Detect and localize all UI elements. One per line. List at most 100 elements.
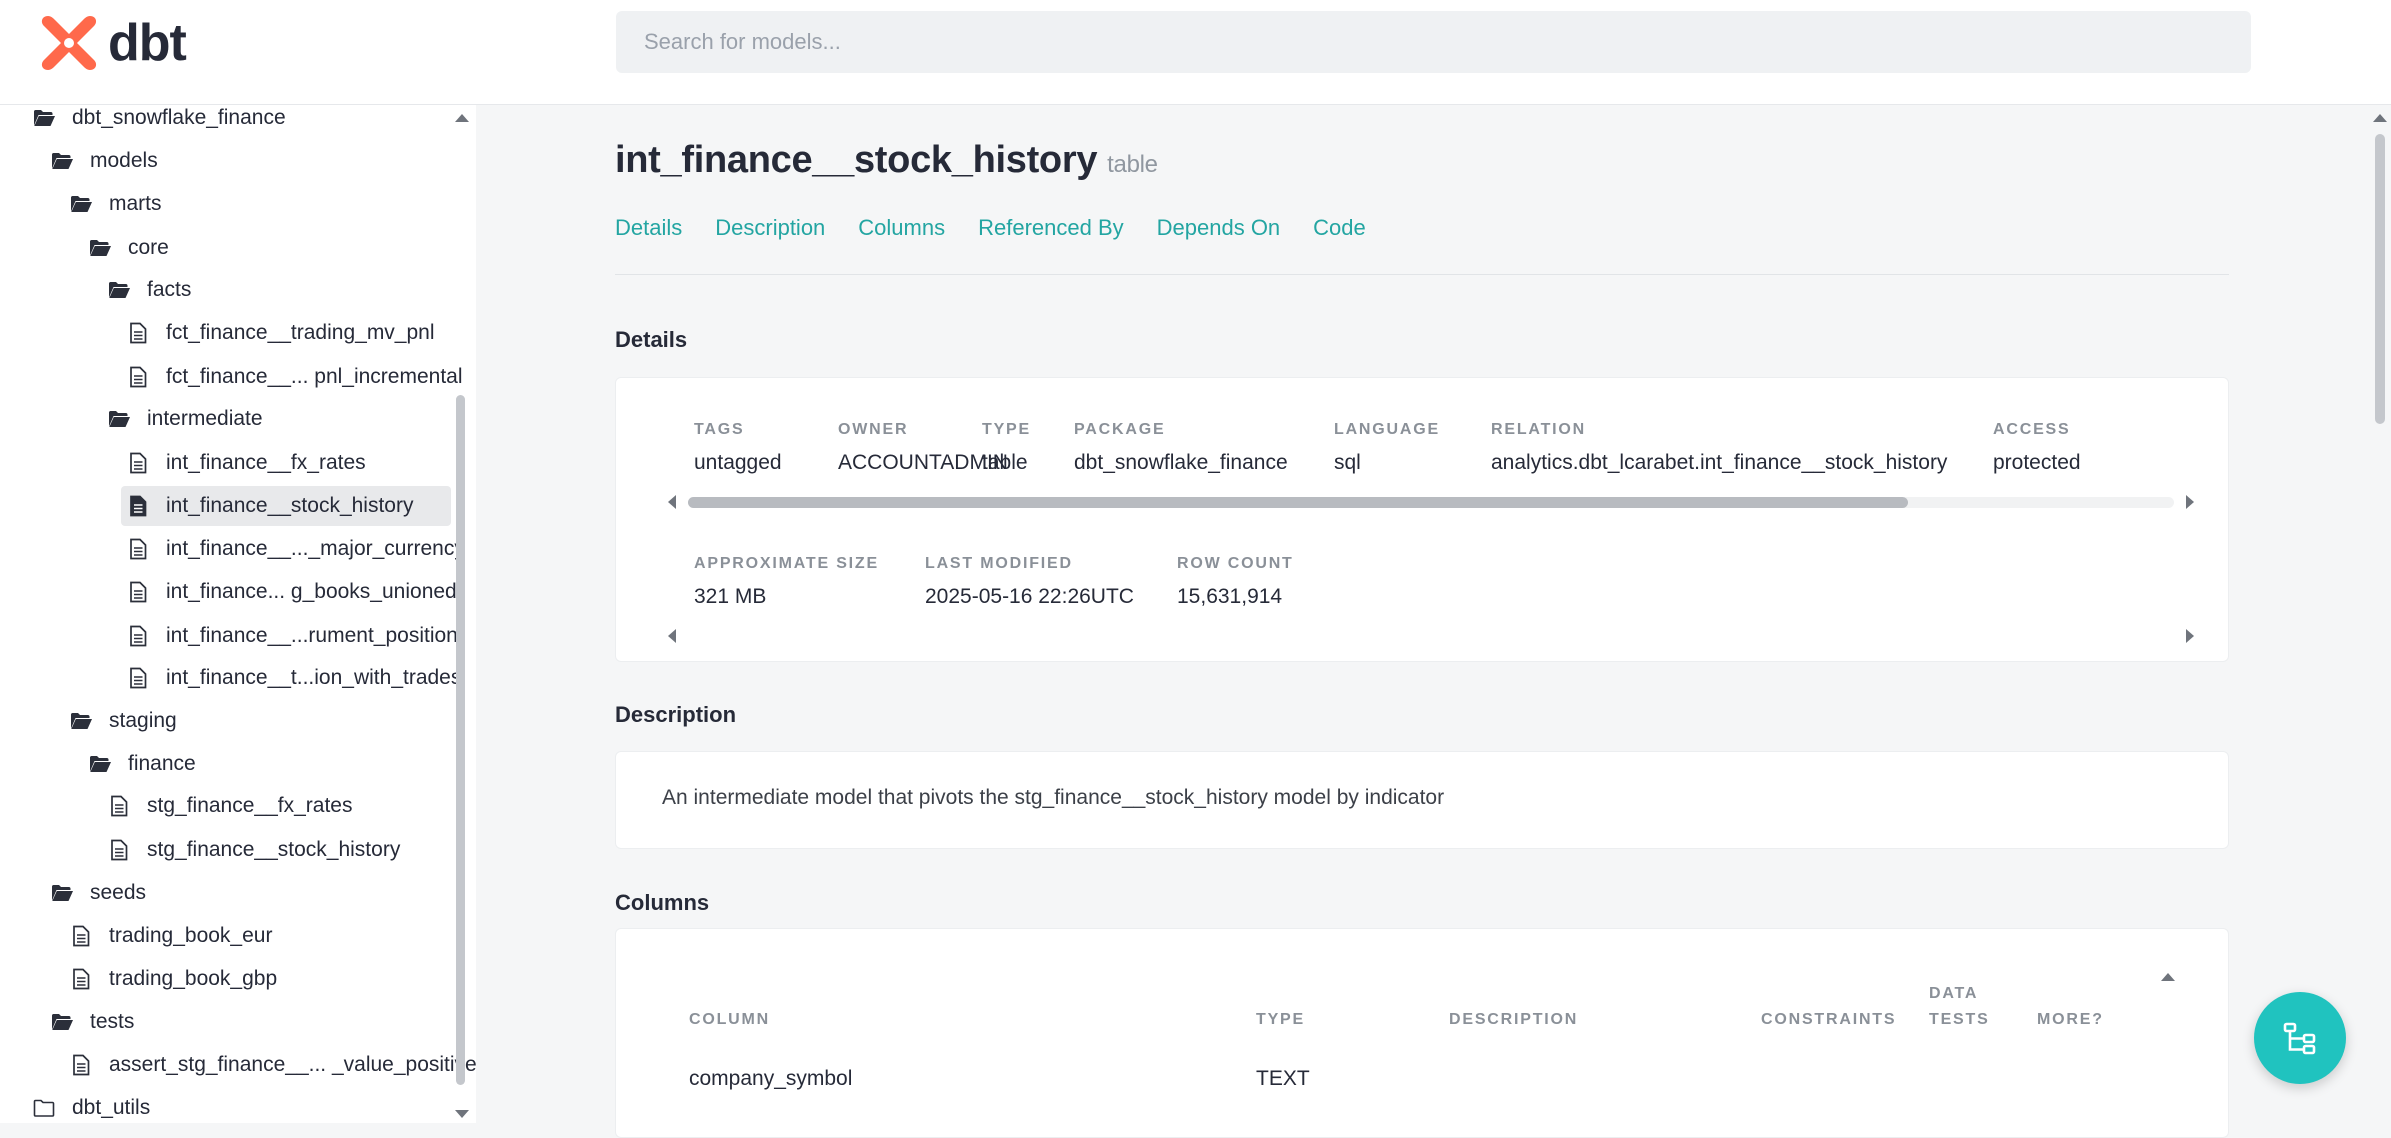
folder-open-icon [88, 752, 112, 776]
details-heading: Details [615, 327, 688, 352]
tree-item-label: int_finance__..._major_currency [166, 537, 465, 560]
tree-model-item[interactable]: int_finance__stock_history [121, 486, 451, 526]
file-icon [126, 451, 150, 475]
folder-open-icon [107, 278, 131, 302]
top-header: dbt [0, 0, 2391, 105]
lineage-graph-button[interactable] [2254, 992, 2346, 1084]
tree-model-item[interactable]: int_finance__...rument_position [126, 616, 458, 656]
tree-folder[interactable]: facts [107, 270, 191, 310]
detail-language: Language sql [1334, 421, 1440, 475]
section-tabs: Details Description Columns Referenced B… [615, 215, 1366, 241]
tree-folder[interactable]: seeds [50, 873, 146, 913]
tree-model-item[interactable]: stg_finance__stock_history [107, 830, 400, 870]
tree-folder[interactable]: tests [50, 1002, 134, 1042]
main-content: int_finance__stock_history table Details … [476, 105, 2366, 1138]
scroll-right-icon[interactable] [2186, 495, 2194, 509]
columns-scroll-up-icon[interactable] [2161, 973, 2175, 981]
tree-model-item[interactable]: stg_finance__fx_rates [107, 786, 352, 826]
tree-folder[interactable]: dbt_utils [32, 1088, 150, 1123]
sidebar-scroll-down-icon[interactable] [455, 1110, 469, 1118]
detail-label: Tags [694, 421, 745, 438]
sidebar-scrollbar[interactable] [456, 395, 465, 1085]
tree-item-label: trading_book_gbp [109, 967, 278, 990]
tree-folder[interactable]: dbt_snowflake_finance [32, 105, 286, 138]
column-type-cell: TEXT [1256, 1067, 1310, 1090]
page-title: int_finance__stock_history table [615, 139, 1158, 182]
sidebar-scroll-up-icon[interactable] [455, 114, 469, 122]
detail-approximate-size: Approximate Size 321 MB [694, 555, 879, 609]
description-text: An intermediate model that pivots the st… [662, 786, 1445, 809]
tab-referenced-by[interactable]: Referenced By [978, 215, 1124, 241]
tree-folder[interactable]: intermediate [107, 399, 263, 439]
detail-value: protected [1993, 451, 2081, 474]
file-icon [107, 794, 131, 818]
tree-item-label: int_finance__...rument_position [166, 624, 458, 647]
model-name: int_finance__stock_history [615, 139, 1098, 181]
details-row1-hscrollbar[interactable] [666, 492, 2196, 512]
details-row2-hscrollbar[interactable] [666, 626, 2196, 646]
tree-model-item[interactable]: fct_finance__trading_mv_pnl [126, 313, 435, 353]
folder-open-icon [69, 192, 93, 216]
detail-value: 15,631,914 [1177, 585, 1283, 608]
detail-row-count: Row Count 15,631,914 [1177, 555, 1294, 609]
tree-item-label: core [128, 236, 169, 259]
detail-value: analytics.dbt_lcarabet.int_finance__stoc… [1491, 451, 1948, 474]
tree-folder[interactable]: finance [88, 744, 196, 784]
tree-folder[interactable]: core [88, 228, 169, 268]
tree-folder[interactable]: marts [69, 184, 162, 224]
tree-model-item[interactable]: int_finance__..._major_currency [126, 529, 465, 569]
detail-value: 2025-05-16 22:26UTC [925, 585, 1134, 608]
detail-label: Row Count [1177, 555, 1294, 572]
detail-package: Package dbt_snowflake_finance [1074, 421, 1288, 475]
tab-code[interactable]: Code [1313, 215, 1366, 241]
file-icon [69, 924, 93, 948]
tree-folder[interactable]: models [50, 141, 158, 181]
scroll-left-icon[interactable] [668, 495, 676, 509]
tree-model-item[interactable]: trading_book_gbp [69, 959, 277, 999]
tree-item-label: dbt_snowflake_finance [72, 106, 286, 129]
page-scrollbar[interactable] [2375, 134, 2385, 424]
column-header-description: Description [1449, 1011, 1579, 1028]
model-materialization: table [1107, 151, 1158, 178]
tree-item-label: int_finance__t...ion_with_trades [166, 666, 462, 689]
search-input[interactable] [616, 11, 2251, 73]
detail-relation: Relation analytics.dbt_lcarabet.int_fina… [1491, 421, 1947, 475]
tree-model-item[interactable]: int_finance__fx_rates [126, 443, 366, 483]
detail-label: Last Modified [925, 555, 1073, 572]
tree-item-label: seeds [90, 881, 147, 904]
tree-item-label: marts [109, 192, 162, 215]
tab-description[interactable]: Description [715, 215, 825, 241]
tab-depends-on[interactable]: Depends On [1157, 215, 1281, 241]
folder-open-icon [107, 407, 131, 431]
description-card: An intermediate model that pivots the st… [615, 751, 2229, 849]
tree-item-label: tests [90, 1010, 135, 1033]
column-header-column: Column [689, 1011, 771, 1028]
detail-label: Language [1334, 421, 1440, 438]
detail-label: Approximate Size [694, 555, 879, 572]
details-card: Tags untagged Owner ACCOUNTADMIN Type ta… [615, 377, 2229, 662]
tree-model-item[interactable]: fct_finance__... pnl_incremental [126, 357, 463, 397]
tab-details[interactable]: Details [615, 215, 682, 241]
scroll-right-icon[interactable] [2186, 629, 2194, 643]
tree-item-label: dbt_utils [72, 1096, 151, 1119]
columns-card: Column Type Description Constraints Data… [615, 928, 2229, 1138]
tree-item-label: fct_finance__trading_mv_pnl [166, 321, 435, 344]
folder-open-icon [50, 1010, 74, 1034]
tree-model-item[interactable]: trading_book_eur [69, 916, 272, 956]
tree-model-item[interactable]: int_finance__t...ion_with_trades [126, 658, 461, 698]
tree-model-item[interactable]: int_finance... g_books_unioned [126, 572, 457, 612]
tab-columns[interactable]: Columns [858, 215, 945, 241]
logo-text: dbt [108, 14, 187, 72]
scroll-thumb[interactable] [688, 497, 1908, 508]
column-name-cell[interactable]: company_symbol [689, 1067, 852, 1091]
column-header-data-tests: Data Tests [1929, 985, 1990, 1028]
tree-model-item[interactable]: assert_stg_finance__... _value_positive [69, 1045, 476, 1085]
page-scroll-up-icon[interactable] [2373, 114, 2387, 122]
detail-value: table [982, 451, 1028, 474]
dbt-logo[interactable]: dbt [38, 12, 187, 74]
file-filled-icon [126, 494, 150, 518]
detail-value: 321 MB [694, 585, 767, 608]
tree-folder[interactable]: staging [69, 701, 177, 741]
folder-open-icon [50, 149, 74, 173]
scroll-left-icon[interactable] [668, 629, 676, 643]
